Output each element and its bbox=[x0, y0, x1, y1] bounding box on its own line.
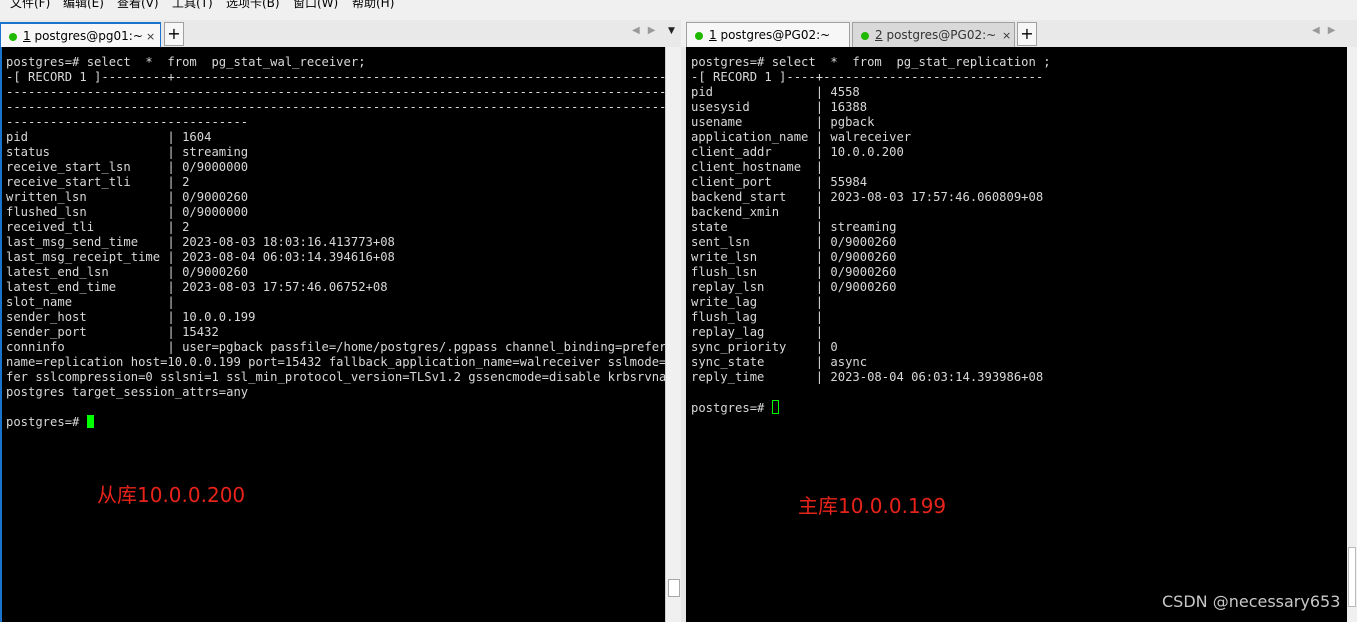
tab-label: 1 postgres@PG02:~ bbox=[709, 28, 831, 42]
session-connected-icon bbox=[9, 33, 17, 41]
right-terminal-pane[interactable]: postgres=# select * from pg_stat_replica… bbox=[686, 47, 1357, 622]
menu-file[interactable]: 文件(F) bbox=[10, 0, 50, 9]
terminal-prompt: postgres=# bbox=[6, 415, 87, 429]
tab-pg02-1[interactable]: 1 postgres@PG02:~ bbox=[686, 22, 850, 47]
tab-scroll-arrows-icon[interactable]: ◀▶ bbox=[1312, 25, 1343, 36]
close-icon[interactable]: × bbox=[1002, 23, 1011, 48]
session-connected-icon bbox=[861, 32, 869, 40]
terminal-cursor bbox=[771, 400, 779, 414]
right-scrollbar[interactable] bbox=[1347, 47, 1357, 622]
tab-scroll-arrows-icon[interactable]: ◀▶ bbox=[632, 25, 663, 36]
scrollbar-thumb[interactable] bbox=[1348, 547, 1356, 607]
scrollbar-thumb[interactable] bbox=[668, 579, 680, 597]
tab-label: 1 postgres@pg01:~ bbox=[23, 29, 143, 43]
primary-annotation: 主库10.0.0.199 bbox=[798, 494, 947, 518]
terminal-cursor bbox=[86, 415, 94, 428]
right-terminal-output: postgres=# select * from pg_stat_replica… bbox=[691, 55, 1051, 416]
add-tab-button[interactable]: + bbox=[164, 22, 184, 46]
menu-window[interactable]: 窗口(W) bbox=[293, 0, 338, 9]
menu-edit[interactable]: 编辑(E) bbox=[63, 0, 104, 9]
menu-help[interactable]: 帮助(H) bbox=[352, 0, 394, 9]
menu-tabs[interactable]: 选项卡(B) bbox=[226, 0, 280, 9]
watermark: CSDN @necessary653 bbox=[1162, 592, 1341, 611]
left-scrollbar[interactable] bbox=[665, 47, 681, 622]
tab-label: 2 postgres@PG02:~ bbox=[875, 28, 997, 42]
left-terminal-pane[interactable]: postgres=# select * from pg_stat_wal_rec… bbox=[0, 47, 857, 622]
right-tab-strip: 1 postgres@PG02:~ 2 postgres@PG02:~ × + … bbox=[686, 20, 1357, 47]
menu-view[interactable]: 查看(V) bbox=[117, 0, 159, 9]
tab-list-dropdown-icon[interactable]: ▼ bbox=[668, 26, 675, 36]
tab-pg01[interactable]: 1 postgres@pg01:~ × bbox=[0, 22, 161, 47]
terminal-prompt: postgres=# bbox=[691, 401, 772, 415]
query-output: postgres=# select * from pg_stat_replica… bbox=[691, 55, 1051, 384]
menu-tools[interactable]: 工具(T) bbox=[172, 0, 213, 9]
menu-bar: 文件(F) 编辑(E) 查看(V) 工具(T) 选项卡(B) 窗口(W) 帮助(… bbox=[0, 0, 1357, 14]
add-tab-button[interactable]: + bbox=[1017, 22, 1037, 46]
left-tab-strip: 1 postgres@pg01:~ × + ◀▶ ▼ bbox=[0, 20, 681, 47]
close-icon[interactable]: × bbox=[146, 24, 155, 49]
tab-pg02-2[interactable]: 2 postgres@PG02:~ × bbox=[852, 22, 1015, 47]
replica-annotation: 从库10.0.0.200 bbox=[97, 483, 246, 507]
session-connected-icon bbox=[695, 32, 703, 40]
